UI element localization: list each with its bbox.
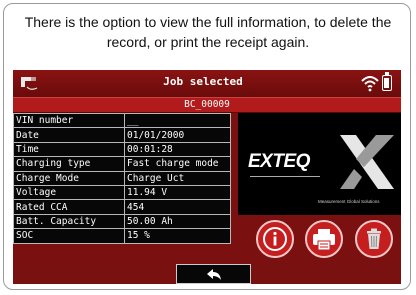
print-button[interactable] bbox=[305, 220, 343, 258]
brand-name: EXTEQ bbox=[248, 151, 310, 172]
field-label: Charge Mode bbox=[13, 170, 125, 186]
field-value: Charge Uct bbox=[124, 170, 231, 186]
table-row: SOC 15 % bbox=[13, 228, 231, 244]
page-title: Job selected bbox=[163, 75, 243, 88]
back-button[interactable] bbox=[176, 264, 251, 284]
top-bar: Job selected bbox=[13, 70, 401, 97]
field-value: 00:01:28 bbox=[124, 141, 231, 158]
field-value: Fast charge mode bbox=[124, 156, 231, 172]
x-logo-icon bbox=[340, 135, 394, 189]
field-label: VIN number bbox=[13, 112, 125, 129]
battery-icon bbox=[382, 72, 392, 91]
logo-divider bbox=[250, 176, 320, 177]
field-label: Date bbox=[13, 127, 125, 143]
table-row: Charging type Fast charge mode bbox=[13, 156, 231, 172]
caption-text: There is the option to view the full inf… bbox=[24, 14, 392, 50]
delete-button[interactable] bbox=[355, 220, 393, 258]
job-id-bar: BC_00009 bbox=[13, 97, 401, 113]
field-value: __ bbox=[124, 112, 231, 129]
field-value: 15 % bbox=[124, 228, 231, 244]
table-row: Voltage 11.94 V bbox=[13, 184, 231, 201]
wifi-icon bbox=[361, 76, 379, 92]
table-row: VIN number __ bbox=[13, 112, 231, 129]
field-label: Voltage bbox=[13, 184, 125, 201]
field-label: Charging type bbox=[13, 156, 125, 172]
field-label: Rated CCA bbox=[13, 199, 125, 215]
info-button[interactable] bbox=[256, 220, 294, 258]
device-screen: Job selected BC_00009 VIN number __ Date 0… bbox=[13, 70, 401, 284]
table-row: Rated CCA 454 bbox=[13, 199, 231, 215]
table-row: Time 00:01:28 bbox=[13, 141, 231, 158]
table-row: Date 01/01/2000 bbox=[13, 127, 231, 143]
info-icon bbox=[263, 227, 287, 251]
field-value: 454 bbox=[124, 199, 231, 215]
table-row: Charge Mode Charge Uct bbox=[13, 170, 231, 186]
field-value: 11.94 V bbox=[124, 184, 231, 201]
field-label: SOC bbox=[13, 228, 125, 244]
field-value: 50.00 Ah bbox=[124, 213, 231, 230]
table-row: Batt. Capacity 50.00 Ah bbox=[13, 213, 231, 230]
field-label: Batt. Capacity bbox=[13, 213, 125, 230]
trash-icon bbox=[367, 228, 381, 249]
job-id: BC_00009 bbox=[184, 99, 230, 110]
brand-logo: EXTEQ Measurement Global Solutions bbox=[238, 113, 401, 215]
field-value: 01/01/2000 bbox=[124, 127, 231, 143]
printer-icon bbox=[313, 229, 335, 251]
brand-tagline: Measurement Global Solutions bbox=[318, 199, 380, 204]
field-label: Time bbox=[13, 141, 125, 158]
charger-icon bbox=[21, 77, 38, 90]
job-details-table: VIN number __ Date 01/01/2000 Time 00:01:28… bbox=[13, 112, 231, 244]
back-arrow-icon bbox=[207, 269, 221, 280]
